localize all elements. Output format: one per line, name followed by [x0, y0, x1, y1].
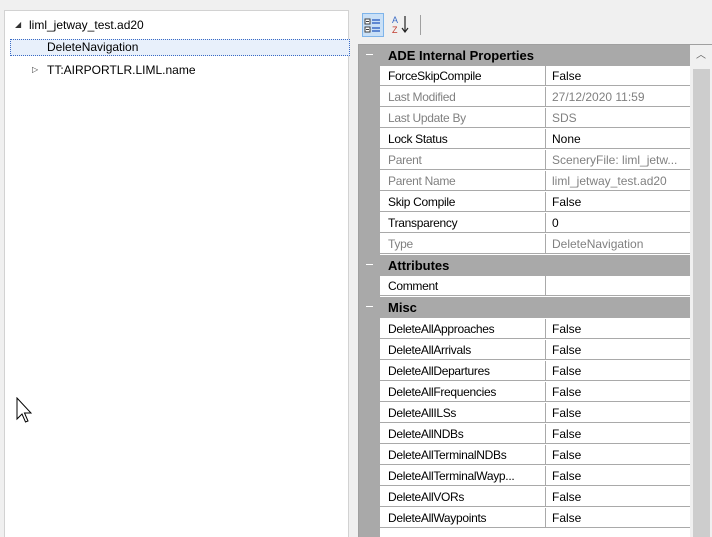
categorized-view-icon	[364, 18, 380, 33]
property-name: DeleteAllApproaches	[380, 319, 546, 339]
scenery-tree[interactable]: ◢ liml_jetway_test.ad20 DeleteNavigation…	[4, 10, 350, 537]
property-name: Last Update By	[380, 108, 546, 128]
property-name: DeleteAllTerminalWayp...	[380, 466, 546, 486]
alphabetical-sort-button[interactable]: A Z	[391, 13, 413, 37]
property-value[interactable]: False	[546, 466, 690, 486]
property-value[interactable]: 0	[546, 213, 690, 233]
property-row[interactable]: Skip Compile False	[359, 192, 690, 213]
property-name: Parent	[380, 150, 546, 170]
property-row[interactable]: DeleteAllVORs False	[359, 487, 690, 508]
scrollbar-thumb[interactable]	[693, 69, 710, 537]
property-value[interactable]: False	[546, 445, 690, 465]
property-row[interactable]: DeleteAllWaypoints False	[359, 508, 690, 529]
category-title: Misc	[388, 300, 417, 315]
tree-node-label: liml_jetway_test.ad20	[29, 18, 144, 32]
property-row[interactable]: DeleteAllILSs False	[359, 403, 690, 424]
property-name: DeleteAllNDBs	[380, 424, 546, 444]
property-name: ForceSkipCompile	[380, 66, 546, 86]
property-row[interactable]: DeleteAllApproaches False	[359, 319, 690, 340]
property-value[interactable]: liml_jetway_test.ad20	[546, 171, 690, 191]
property-row[interactable]: DeleteAllDepartures False	[359, 361, 690, 382]
svg-text:Z: Z	[392, 25, 398, 35]
property-name: Transparency	[380, 213, 546, 233]
category-attributes[interactable]: Attributes	[359, 255, 690, 276]
property-value[interactable]: None	[546, 129, 690, 149]
property-grid[interactable]: ADE Internal Properties ForceSkipCompile…	[358, 44, 712, 537]
property-row[interactable]: DeleteAllTerminalWayp... False	[359, 466, 690, 487]
property-name: DeleteAllILSs	[380, 403, 546, 423]
property-value[interactable]: False	[546, 66, 690, 86]
collapse-minus-icon[interactable]	[365, 302, 374, 311]
category-title: ADE Internal Properties	[388, 48, 534, 63]
expanded-triangle-icon[interactable]: ◢	[15, 16, 25, 34]
property-value[interactable]: False	[546, 340, 690, 360]
categorized-view-button[interactable]	[362, 13, 384, 37]
property-value[interactable]: SDS	[546, 108, 690, 128]
property-name: DeleteAllVORs	[380, 487, 546, 507]
property-row[interactable]: Comment	[359, 276, 690, 297]
property-value[interactable]: False	[546, 508, 690, 528]
property-name: Type	[380, 234, 546, 254]
property-name: Lock Status	[380, 129, 546, 149]
category-title: Attributes	[388, 258, 450, 273]
property-name: DeleteAllDepartures	[380, 361, 546, 381]
property-value[interactable]: SceneryFile: liml_jetw...	[546, 150, 690, 170]
property-name: DeleteAllWaypoints	[380, 508, 546, 528]
property-value[interactable]	[546, 276, 690, 296]
property-name: Parent Name	[380, 171, 546, 191]
property-row[interactable]: DeleteAllFrequencies False	[359, 382, 690, 403]
property-row[interactable]: DeleteAllTerminalNDBs False	[359, 445, 690, 466]
property-row[interactable]: Lock Status None	[359, 129, 690, 150]
svg-text:A: A	[392, 15, 398, 25]
property-name: DeleteAllFrequencies	[380, 382, 546, 402]
toolbar-separator	[420, 15, 421, 35]
scroll-up-arrow-icon[interactable]: ︿	[696, 51, 706, 61]
property-row[interactable]: Last Update By SDS	[359, 108, 690, 129]
collapse-minus-icon[interactable]	[365, 260, 374, 269]
mouse-cursor-icon	[16, 397, 32, 423]
alphabetical-sort-icon: A Z	[392, 15, 409, 35]
property-row[interactable]: DeleteAllArrivals False	[359, 340, 690, 361]
property-name: Comment	[380, 276, 546, 296]
property-row[interactable]: Type DeleteNavigation	[359, 234, 690, 255]
property-grid-toolbar: A Z	[358, 11, 712, 41]
tree-node-label: TT:AIRPORTLR.LIML.name	[47, 63, 196, 77]
tree-node-label: DeleteNavigation	[47, 40, 139, 54]
property-value[interactable]: DeleteNavigation	[546, 234, 690, 254]
property-value[interactable]: False	[546, 424, 690, 444]
property-value[interactable]: False	[546, 192, 690, 212]
property-name: DeleteAllTerminalNDBs	[380, 445, 546, 465]
property-value[interactable]: 27/12/2020 11:59	[546, 87, 690, 107]
collapsed-triangle-icon[interactable]: ▷	[32, 61, 42, 79]
category-misc[interactable]: Misc	[359, 297, 690, 318]
category-ade-internal-properties[interactable]: ADE Internal Properties	[359, 45, 690, 66]
property-value[interactable]: False	[546, 319, 690, 339]
property-row[interactable]: Parent SceneryFile: liml_jetw...	[359, 150, 690, 171]
property-row[interactable]: Last Modified 27/12/2020 11:59	[359, 87, 690, 108]
property-value[interactable]: False	[546, 403, 690, 423]
property-name: Skip Compile	[380, 192, 546, 212]
property-row[interactable]: ForceSkipCompile False	[359, 66, 690, 87]
collapse-minus-icon[interactable]	[365, 50, 374, 59]
property-value[interactable]: False	[546, 382, 690, 402]
property-value[interactable]: False	[546, 361, 690, 381]
property-row[interactable]: Transparency 0	[359, 213, 690, 234]
property-name: Last Modified	[380, 87, 546, 107]
vertical-scrollbar[interactable]: ︿	[690, 45, 712, 537]
property-row[interactable]: DeleteAllNDBs False	[359, 424, 690, 445]
property-row[interactable]: Parent Name liml_jetway_test.ad20	[359, 171, 690, 192]
property-name: DeleteAllArrivals	[380, 340, 546, 360]
property-value[interactable]: False	[546, 487, 690, 507]
